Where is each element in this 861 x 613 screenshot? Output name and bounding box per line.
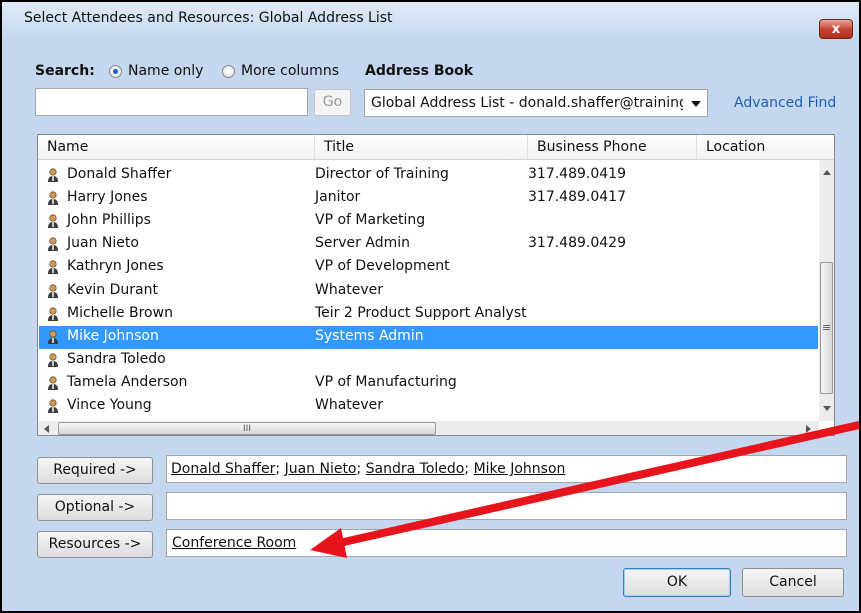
dialog-window: Select Attendees and Resources: Global A… xyxy=(0,0,861,613)
annotation-arrow xyxy=(310,421,859,558)
